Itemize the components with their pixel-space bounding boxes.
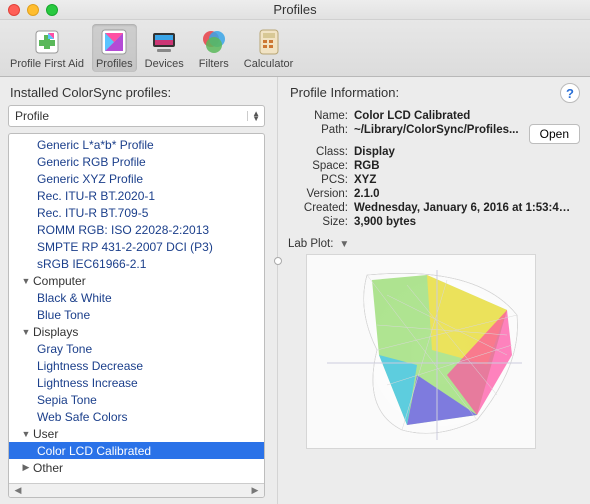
value-pcs: XYZ [354, 174, 580, 186]
group-label: User [33, 427, 58, 441]
list-item[interactable]: Generic L*a*b* Profile [9, 136, 264, 153]
right-pane: ? Profile Information: Name: Color LCD C… [278, 77, 590, 504]
label-class: Class: [288, 146, 348, 158]
profile-info-grid: Name: Color LCD Calibrated Path: ~/Libra… [288, 110, 580, 228]
disclosure-open-icon: ▼ [21, 276, 31, 286]
disclosure-triangle-icon[interactable]: ▼ [339, 239, 349, 250]
list-item[interactable]: Web Safe Colors [9, 408, 264, 425]
label-pcs: PCS: [288, 174, 348, 186]
group-label: Other [33, 461, 63, 475]
value-space: RGB [354, 160, 580, 172]
toolbar-label: Devices [145, 58, 184, 70]
list-group-displays[interactable]: ▼Displays [9, 323, 264, 340]
value-created: Wednesday, January 6, 2016 at 1:53:4… [354, 202, 580, 214]
list-item[interactable]: Rec. ITU-R BT.709-5 [9, 204, 264, 221]
help-button[interactable]: ? [560, 83, 580, 103]
list-item[interactable]: Lightness Increase [9, 374, 264, 391]
list-item[interactable]: Generic XYZ Profile [9, 170, 264, 187]
list-item[interactable]: SMPTE RP 431-2-2007 DCI (P3) [9, 238, 264, 255]
value-size: 3,900 bytes [354, 216, 580, 228]
toolbar-devices[interactable]: Devices [141, 24, 188, 72]
open-button[interactable]: Open [529, 124, 580, 144]
disclosure-open-icon: ▼ [21, 429, 31, 439]
list-item[interactable]: Generic RGB Profile [9, 153, 264, 170]
chevron-updown-icon: ▲▼ [247, 111, 260, 121]
profile-list[interactable]: Generic L*a*b* ProfileGeneric RGB Profil… [8, 133, 265, 498]
label-path: Path: [288, 124, 348, 144]
list-item[interactable]: sRGB IEC61966-2.1 [9, 255, 264, 272]
scroll-right-arrow-icon[interactable]: ▶ [248, 485, 262, 497]
list-group-user[interactable]: ▼User [9, 425, 264, 442]
value-path: ~/Library/ColorSync/Profiles... [354, 124, 523, 144]
list-item[interactable]: Sepia Tone [9, 391, 264, 408]
content-area: Installed ColorSync profiles: Profile ▲▼… [0, 77, 590, 504]
horizontal-scrollbar[interactable]: ◀ ▶ [9, 483, 264, 497]
toolbar-profiles[interactable]: Profiles [92, 24, 137, 72]
installed-profiles-header: Installed ColorSync profiles: [10, 85, 273, 100]
dropdown-label: Profile [15, 109, 49, 123]
profile-sort-dropdown[interactable]: Profile ▲▼ [8, 105, 265, 127]
titlebar: Profiles [0, 0, 590, 20]
scroll-left-arrow-icon[interactable]: ◀ [11, 485, 25, 497]
label-space: Space: [288, 160, 348, 172]
label-name: Name: [288, 110, 348, 122]
label-created: Created: [288, 202, 348, 214]
toolbar-calculator[interactable]: Calculator [240, 24, 298, 72]
lab-plot-view[interactable] [306, 254, 536, 449]
label-size: Size: [288, 216, 348, 228]
toolbar-profile-first-aid[interactable]: Profile First Aid [6, 24, 88, 72]
list-item[interactable]: Blue Tone [9, 306, 264, 323]
toolbar: Profile First Aid Profiles Devices [0, 20, 590, 77]
label-version: Version: [288, 188, 348, 200]
scroll-track[interactable] [27, 486, 246, 496]
filters-icon [198, 26, 230, 58]
toolbar-label: Filters [199, 58, 229, 70]
list-group-other[interactable]: ▶Other [9, 459, 264, 476]
value-class: Display [354, 146, 580, 158]
value-name: Color LCD Calibrated [354, 110, 580, 122]
group-label: Displays [33, 325, 78, 339]
disclosure-closed-icon: ▶ [21, 462, 31, 473]
value-version: 2.1.0 [354, 188, 580, 200]
toolbar-label: Profile First Aid [10, 58, 84, 70]
list-item[interactable]: Color LCD Calibrated [9, 442, 264, 459]
list-item[interactable]: ROMM RGB: ISO 22028-2:2013 [9, 221, 264, 238]
profile-info-header: Profile Information: [290, 85, 580, 100]
group-label: Computer [33, 274, 86, 288]
devices-icon [148, 26, 180, 58]
list-item[interactable]: Rec. ITU-R BT.2020-1 [9, 187, 264, 204]
profiles-icon [98, 26, 130, 58]
pane-resize-handle[interactable] [274, 257, 282, 265]
list-group-computer[interactable]: ▼Computer [9, 272, 264, 289]
first-aid-icon [31, 26, 63, 58]
toolbar-label: Profiles [96, 58, 133, 70]
toolbar-label: Calculator [244, 58, 294, 70]
window-title: Profiles [0, 2, 590, 17]
list-item[interactable]: Gray Tone [9, 340, 264, 357]
list-item[interactable]: Lightness Decrease [9, 357, 264, 374]
toolbar-filters[interactable]: Filters [192, 24, 236, 72]
calculator-icon [253, 26, 285, 58]
disclosure-open-icon: ▼ [21, 327, 31, 337]
lab-plot-label: Lab Plot: ▼ [288, 238, 580, 250]
list-item[interactable]: Black & White [9, 289, 264, 306]
left-pane: Installed ColorSync profiles: Profile ▲▼… [0, 77, 278, 504]
